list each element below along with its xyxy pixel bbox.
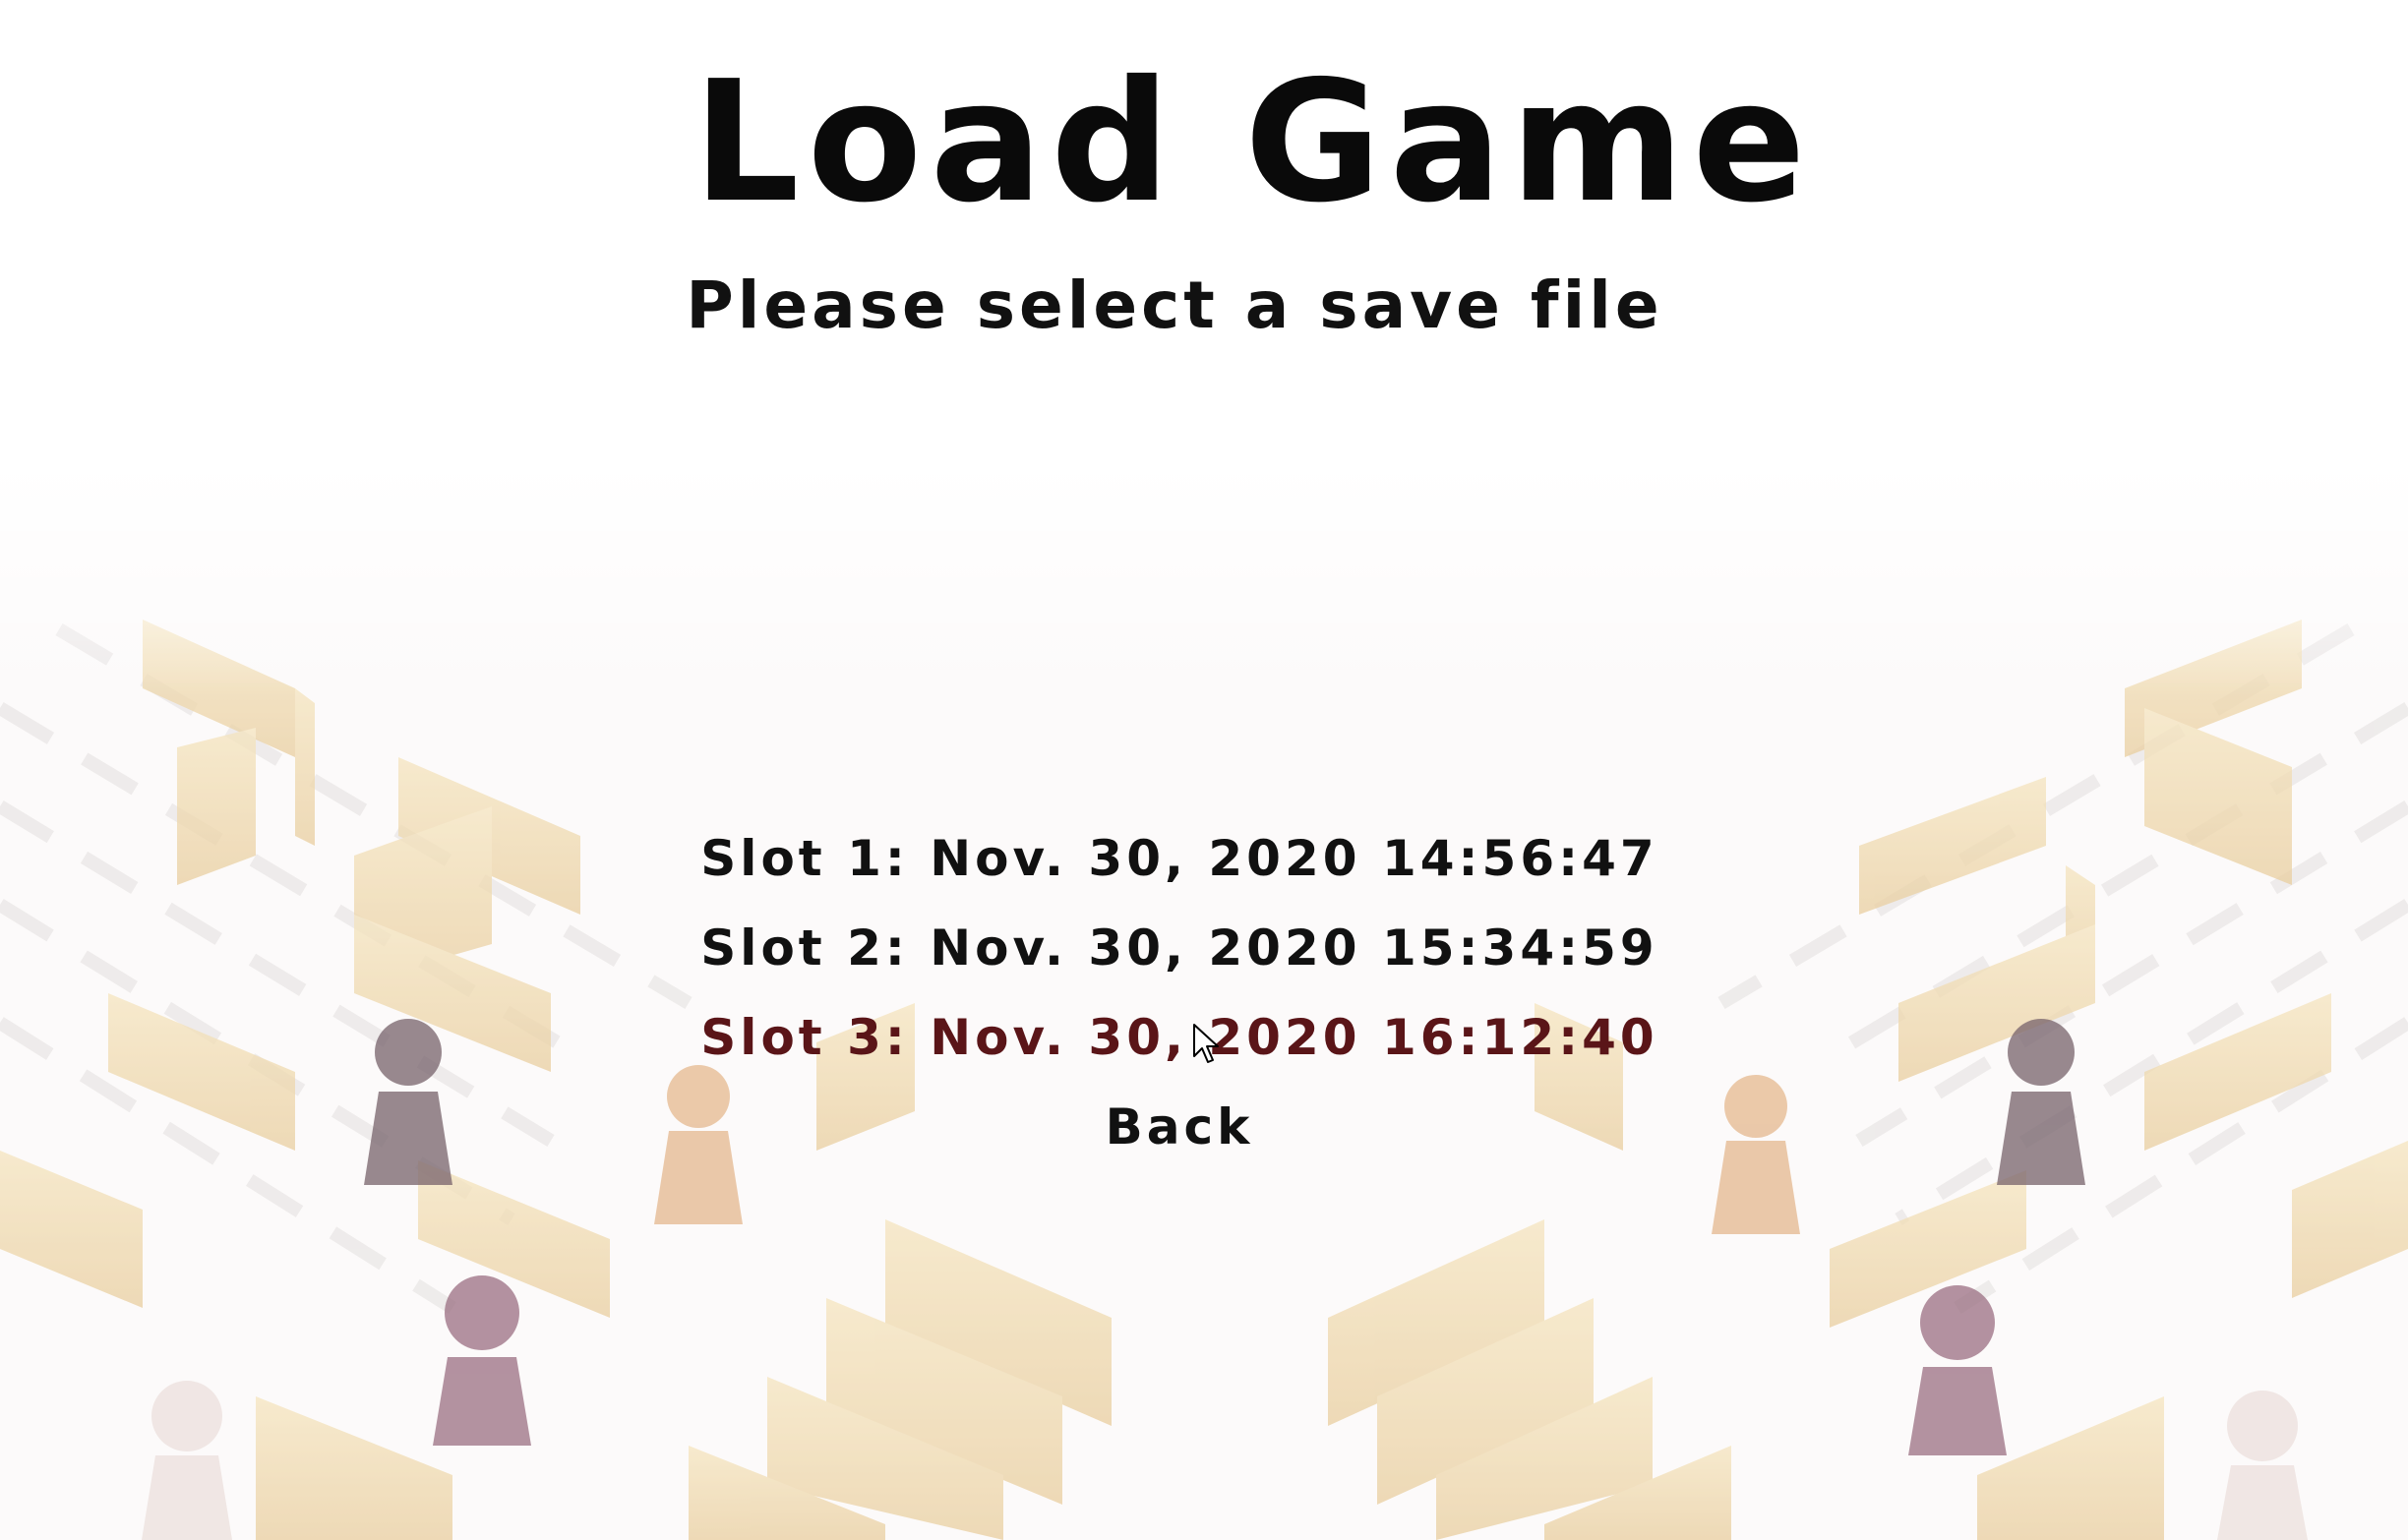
save-slot-1-label: Slot 1: Nov. 30, 2020 14:56:47 — [700, 830, 1658, 887]
arrow-cursor-icon — [1193, 1024, 1219, 1063]
back-button[interactable]: Back — [0, 1083, 2408, 1172]
save-slot-2-label: Slot 2: Nov. 30, 2020 15:34:59 — [700, 919, 1658, 977]
page-title-text: Load Game — [692, 45, 1814, 240]
back-button-label: Back — [1105, 1098, 1254, 1155]
save-slot-3-label: Slot 3: Nov. 30, 2020 16:12:40 — [700, 1009, 1658, 1066]
page-subtitle: Please select a save file — [0, 273, 2408, 338]
page-subtitle-text: Please select a save file — [686, 267, 1663, 343]
save-slot-2-button[interactable]: Slot 2: Nov. 30, 2020 15:34:59 — [0, 904, 2408, 993]
save-slot-menu: Slot 1: Nov. 30, 2020 14:56:47 Slot 2: N… — [0, 814, 2408, 1172]
page-title: Load Game — [0, 59, 2408, 226]
save-slot-1-button[interactable]: Slot 1: Nov. 30, 2020 14:56:47 — [0, 814, 2408, 904]
